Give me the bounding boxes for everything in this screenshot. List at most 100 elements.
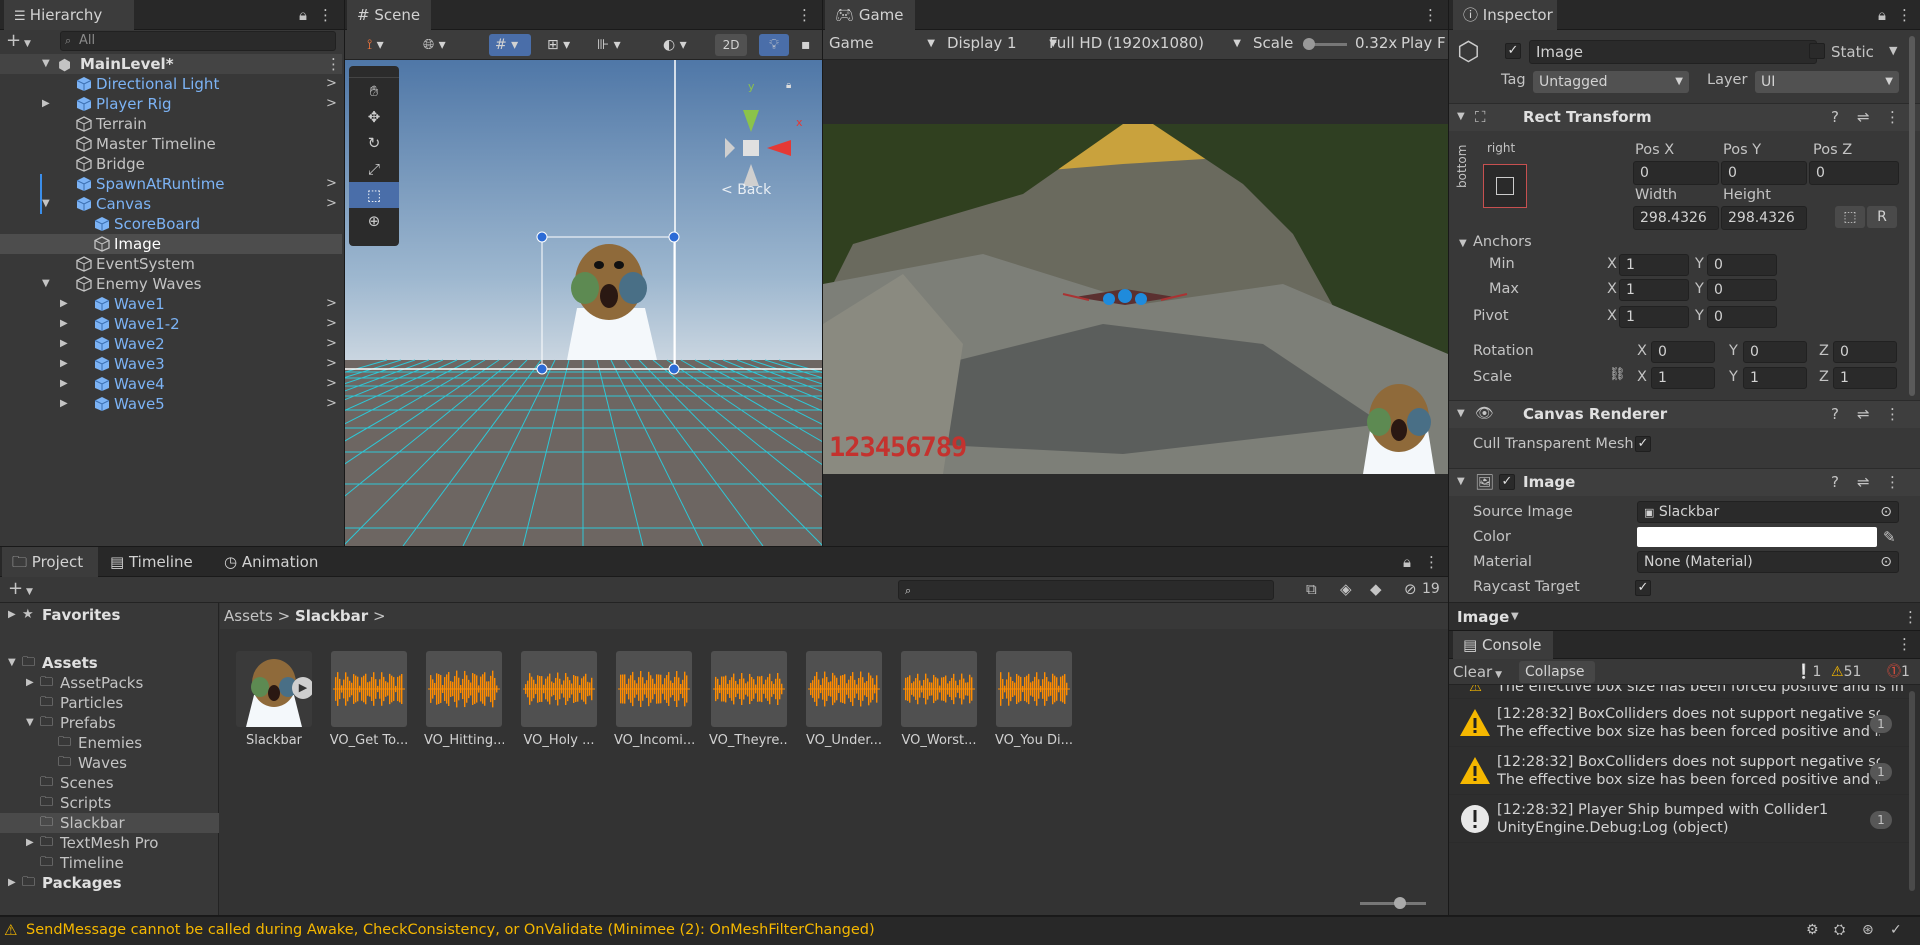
rotate-tool-button[interactable]: ↻ — [349, 130, 399, 156]
preset-icon[interactable]: ⇌ — [1857, 405, 1870, 423]
anchor-presets-button[interactable] — [1483, 164, 1527, 208]
anchor-max-y-field[interactable]: 0 — [1707, 279, 1777, 301]
open-prefab-chevron-icon[interactable]: > — [326, 394, 337, 414]
kebab-menu-icon[interactable]: ⋮ — [1885, 108, 1900, 126]
expand-arrow-icon[interactable]: ▼ — [42, 274, 50, 294]
hierarchy-item[interactable]: ▶ Wave3 > — [0, 354, 342, 374]
project-tree-item[interactable]: ▶ 🗀 Packages — [0, 873, 219, 893]
project-tree-item[interactable]: 🗀 Waves — [0, 753, 219, 773]
height-field[interactable]: 298.4326 — [1721, 206, 1807, 230]
collapse-arrow-icon[interactable]: ▶ — [60, 294, 68, 314]
timeline-tab[interactable]: ▤ Timeline — [100, 547, 212, 577]
filter-by-label-icon[interactable]: ◈ — [1340, 580, 1352, 598]
tag-dropdown[interactable]: Untagged ▼ — [1533, 71, 1689, 93]
asset-audio-clip[interactable]: VO_You Di... — [994, 651, 1074, 748]
scene-root-row[interactable]: ▼ ⬢ MainLevel* ⋮ — [0, 54, 342, 74]
pivot-x-field[interactable]: 1 — [1619, 306, 1689, 328]
object-picker-icon[interactable]: ⊙ — [1880, 552, 1892, 572]
hierarchy-item[interactable]: ▶ Wave1 > — [0, 294, 342, 314]
hierarchy-item[interactable]: ▶ Player Rig > — [0, 94, 342, 114]
rotation-x-field[interactable]: 0 — [1651, 341, 1715, 363]
open-prefab-chevron-icon[interactable]: > — [326, 194, 337, 214]
kebab-menu-icon[interactable]: ⋮ — [1423, 6, 1438, 24]
inspector-scrollbar[interactable] — [1909, 36, 1915, 396]
scale-slider-thumb[interactable] — [1303, 38, 1315, 50]
back-label[interactable]: < Back — [721, 182, 771, 198]
width-field[interactable]: 298.4326 — [1633, 206, 1719, 230]
shading-mode-dropdown[interactable]: ◐ ▾ — [657, 34, 701, 56]
asset-size-slider-thumb[interactable] — [1394, 897, 1406, 909]
open-prefab-chevron-icon[interactable]: > — [326, 94, 337, 114]
play-icon[interactable]: ▶ — [292, 677, 312, 699]
asset-audio-clip[interactable]: VO_Theyre... — [709, 651, 789, 748]
open-prefab-chevron-icon[interactable]: > — [326, 314, 337, 334]
hierarchy-item[interactable]: Master Timeline — [0, 134, 342, 154]
help-icon[interactable]: ? — [1831, 405, 1839, 423]
help-icon[interactable]: ? — [1831, 473, 1839, 491]
anchor-min-x-field[interactable]: 1 — [1619, 254, 1689, 276]
warning-filter-button[interactable]: ⚠51 — [1831, 662, 1861, 682]
hierarchy-item[interactable]: Image — [0, 234, 342, 254]
object-picker-icon[interactable]: ⊙ — [1880, 502, 1892, 522]
breadcrumb-assets[interactable]: Assets — [224, 607, 273, 625]
pos-z-field[interactable]: 0 — [1809, 161, 1899, 185]
asset-audio-clip[interactable]: VO_Worst... — [899, 651, 979, 748]
scale-tool-button[interactable]: ⤢ — [349, 156, 399, 182]
hidden-packages-icon[interactable]: ⊘ — [1404, 580, 1417, 598]
project-tree-item[interactable]: 🗀 Scripts — [0, 793, 219, 813]
pivot-y-field[interactable]: 0 — [1707, 306, 1777, 328]
project-tree-item[interactable]: 🗀 Timeline — [0, 853, 219, 873]
pos-y-field[interactable]: 0 — [1721, 161, 1807, 185]
scale-z-field[interactable]: 1 — [1833, 367, 1897, 389]
move-tool-button[interactable]: ✥ — [349, 104, 399, 130]
pos-x-field[interactable]: 0 — [1633, 161, 1719, 185]
animation-tab[interactable]: ◷ Animation — [214, 547, 344, 577]
open-prefab-chevron-icon[interactable]: > — [326, 334, 337, 354]
blueprint-mode-button[interactable]: ⬚ — [1835, 206, 1865, 228]
transform-tool-button[interactable]: ⊕ — [349, 208, 399, 234]
hand-tool-button[interactable]: ✋︎ — [349, 78, 399, 104]
material-field[interactable]: None (Material) ⊙ — [1637, 551, 1899, 573]
raycast-target-checkbox[interactable]: ✓ — [1635, 580, 1651, 596]
project-tree-item[interactable]: ▼ 🗀 Assets — [0, 653, 219, 673]
kebab-menu-icon[interactable]: ⋮ — [1424, 553, 1439, 571]
image-enabled-checkbox[interactable]: ✓ — [1499, 474, 1515, 490]
hierarchy-item[interactable]: ScoreBoard — [0, 214, 342, 234]
project-tree-item[interactable]: 🗀 Enemies — [0, 733, 219, 753]
asset-audio-clip[interactable]: VO_Get To... — [329, 651, 409, 748]
console-log-entry[interactable]: [12:28:32] Player Ship bumped with Colli… — [1449, 795, 1910, 843]
palette-grip[interactable] — [349, 66, 399, 78]
hierarchy-item[interactable]: ▶ Wave2 > — [0, 334, 342, 354]
anchor-max-x-field[interactable]: 1 — [1619, 279, 1689, 301]
cull-transparent-checkbox[interactable]: ✓ — [1635, 436, 1651, 452]
kebab-menu-icon[interactable]: ⋮ — [1897, 6, 1912, 24]
tag-icon[interactable]: ◆ — [1370, 580, 1382, 598]
project-tree-item[interactable]: ▶ 🗀 AssetPacks — [0, 673, 219, 693]
console-log-entry[interactable]: [12:28:32] BoxColliders does not support… — [1449, 747, 1910, 795]
rect-transform-header[interactable]: ▼ ⛶ Rect Transform ? ⇌ ⋮ — [1449, 103, 1920, 131]
resolution-dropdown[interactable]: Full HD (1920x1080) ▼ — [1049, 34, 1245, 52]
lighting-toggle[interactable]: 💡︎ — [759, 34, 789, 56]
open-prefab-chevron-icon[interactable]: > — [326, 294, 337, 314]
open-prefab-chevron-icon[interactable]: > — [326, 374, 337, 394]
collapse-arrow-icon[interactable]: ▶ — [60, 334, 68, 354]
hierarchy-item[interactable]: ▶ Wave5 > — [0, 394, 342, 414]
inspector-tab[interactable]: ⓘ Inspector — [1453, 0, 1557, 30]
object-name-field[interactable]: Image — [1529, 40, 1817, 64]
hierarchy-search-input[interactable]: ⌕ All — [60, 31, 336, 51]
collapse-arrow-icon[interactable]: ▶ — [60, 394, 68, 414]
clear-button[interactable]: Clear ▼ — [1453, 661, 1502, 686]
lock-icon[interactable]: 🔒︎ — [296, 6, 310, 24]
hierarchy-tab[interactable]: ☰ Hierarchy — [4, 0, 134, 30]
orientation-dropdown[interactable]: 🌐︎ ▾ — [417, 34, 463, 56]
open-prefab-chevron-icon[interactable]: > — [326, 74, 337, 94]
asset-size-slider[interactable] — [1360, 897, 1426, 909]
hierarchy-item[interactable]: ▶ Wave1-2 > — [0, 314, 342, 334]
open-prefab-chevron-icon[interactable]: > — [326, 354, 337, 374]
layer-dropdown[interactable]: UI ▼ — [1755, 71, 1899, 93]
display-dropdown[interactable]: Display 1 ▼ — [947, 34, 1057, 52]
asset-audio-clip[interactable]: VO_Under... — [804, 651, 884, 748]
collapse-arrow-icon[interactable]: ▶ — [60, 314, 68, 334]
collapse-arrow-icon[interactable]: ▶ — [60, 374, 68, 394]
console-log-entry[interactable]: [12:28:32] BoxColliders does not support… — [1449, 699, 1910, 747]
